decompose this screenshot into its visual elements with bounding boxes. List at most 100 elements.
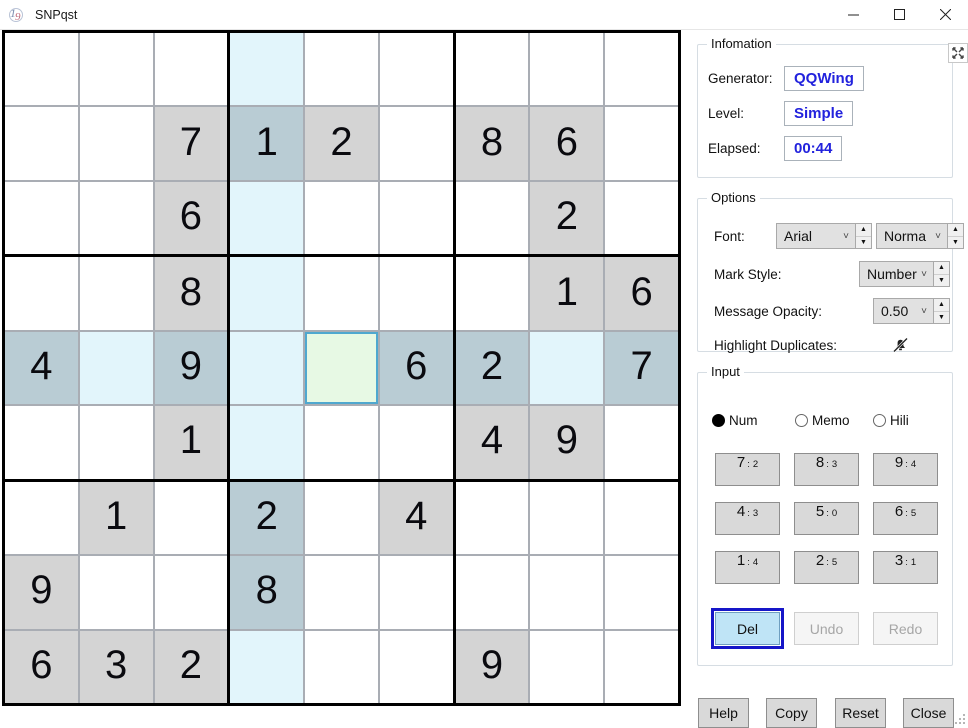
sudoku-cell-r7c2[interactable]: 1 <box>79 481 153 555</box>
sudoku-cell-r4c5[interactable] <box>305 257 378 330</box>
sudoku-cell-r8c4[interactable]: 8 <box>230 556 304 629</box>
sudoku-cell-r6c3[interactable]: 1 <box>154 406 228 479</box>
sudoku-cell-r1c4[interactable] <box>230 33 304 106</box>
sudoku-cell-r9c7[interactable]: 9 <box>455 630 529 703</box>
number-button-6[interactable]: 6:5 <box>873 502 938 535</box>
sudoku-cell-r7c8[interactable] <box>530 481 604 555</box>
sudoku-cell-r9c6[interactable] <box>379 630 453 703</box>
sudoku-cell-r6c7[interactable]: 4 <box>455 406 529 479</box>
number-button-7[interactable]: 7:2 <box>715 453 780 486</box>
sudoku-cell-r4c9[interactable]: 6 <box>605 257 678 330</box>
font-style-select[interactable]: Norma ˅ <box>876 223 948 249</box>
message-opacity-spinner[interactable]: ▲ ▼ <box>934 298 950 324</box>
sudoku-cell-r8c5[interactable] <box>305 556 378 629</box>
sudoku-cell-r2c8[interactable]: 6 <box>530 107 604 180</box>
sudoku-cell-r4c1[interactable] <box>5 257 78 330</box>
radio-mode-hili[interactable]: Hili <box>873 413 909 428</box>
message-opacity-select[interactable]: 0.50 ˅ <box>873 298 934 324</box>
sudoku-cell-r5c4[interactable] <box>230 331 304 405</box>
undo-button[interactable]: Undo <box>794 612 859 645</box>
sudoku-cell-r1c9[interactable] <box>605 33 678 106</box>
sudoku-cell-r2c4[interactable]: 1 <box>230 107 304 180</box>
sudoku-cell-r5c9[interactable]: 7 <box>605 331 678 405</box>
sudoku-cell-r4c7[interactable] <box>455 257 529 330</box>
number-button-1[interactable]: 1:4 <box>715 551 780 584</box>
sudoku-cell-r9c8[interactable] <box>530 630 604 703</box>
sudoku-cell-r2c7[interactable]: 8 <box>455 107 529 180</box>
sudoku-cell-r2c3[interactable]: 7 <box>154 107 228 180</box>
sudoku-cell-r5c5[interactable] <box>305 331 378 405</box>
sudoku-cell-r7c1[interactable] <box>5 481 78 555</box>
spin-up-icon[interactable]: ▲ <box>934 299 949 312</box>
sudoku-cell-r9c5[interactable] <box>305 630 378 703</box>
spin-down-icon[interactable]: ▼ <box>934 275 949 287</box>
sudoku-cell-r6c9[interactable] <box>605 406 678 479</box>
sudoku-cell-r5c6[interactable]: 6 <box>379 331 453 405</box>
sudoku-cell-r6c8[interactable]: 9 <box>530 406 604 479</box>
radio-mode-memo[interactable]: Memo <box>795 413 873 428</box>
sudoku-cell-r6c6[interactable] <box>379 406 453 479</box>
sudoku-cell-r8c8[interactable] <box>530 556 604 629</box>
sudoku-cell-r8c7[interactable] <box>455 556 529 629</box>
number-button-4[interactable]: 4:3 <box>715 502 780 535</box>
copy-button[interactable]: Copy <box>766 698 817 728</box>
sudoku-cell-r1c1[interactable] <box>5 33 78 106</box>
font-family-select[interactable]: Arial ˅ <box>776 223 856 249</box>
sudoku-cell-r1c6[interactable] <box>379 33 453 106</box>
sudoku-cell-r5c3[interactable]: 9 <box>154 331 228 405</box>
sudoku-cell-r1c8[interactable] <box>530 33 604 106</box>
number-button-3[interactable]: 3:1 <box>873 551 938 584</box>
sudoku-cell-r8c2[interactable] <box>79 556 153 629</box>
spin-up-icon[interactable]: ▲ <box>934 262 949 275</box>
sudoku-cell-r9c1[interactable]: 6 <box>5 630 78 703</box>
reset-button[interactable]: Reset <box>835 698 886 728</box>
radio-mode-num[interactable]: Num <box>712 413 795 428</box>
sudoku-cell-r9c3[interactable]: 2 <box>154 630 228 703</box>
sudoku-cell-r3c3[interactable]: 6 <box>154 181 228 255</box>
sudoku-cell-r3c4[interactable] <box>230 181 304 255</box>
close-icon[interactable] <box>922 0 968 30</box>
sudoku-cell-r1c2[interactable] <box>79 33 153 106</box>
sudoku-cell-r2c2[interactable] <box>79 107 153 180</box>
spin-up-icon[interactable]: ▲ <box>948 224 963 237</box>
sudoku-cell-r2c9[interactable] <box>605 107 678 180</box>
sudoku-cell-r4c3[interactable]: 8 <box>154 257 228 330</box>
sudoku-cell-r3c9[interactable] <box>605 181 678 255</box>
sudoku-cell-r2c6[interactable] <box>379 107 453 180</box>
sudoku-cell-r3c7[interactable] <box>455 181 529 255</box>
sudoku-cell-r4c8[interactable]: 1 <box>530 257 604 330</box>
number-button-9[interactable]: 9:4 <box>873 453 938 486</box>
window-resize-grip[interactable] <box>953 712 965 724</box>
sudoku-cell-r7c7[interactable] <box>455 481 529 555</box>
sudoku-cell-r4c6[interactable] <box>379 257 453 330</box>
font-family-spinner[interactable]: ▲ ▼ <box>856 223 872 249</box>
sudoku-cell-r8c9[interactable] <box>605 556 678 629</box>
sudoku-board[interactable]: 761286284916162749196322489 <box>2 30 681 706</box>
sudoku-cell-r4c4[interactable] <box>230 257 304 330</box>
font-style-spinner[interactable]: ▲ ▼ <box>948 223 964 249</box>
sudoku-cell-r8c1[interactable]: 9 <box>5 556 78 629</box>
sudoku-cell-r4c2[interactable] <box>79 257 153 330</box>
fit-to-window-icon[interactable] <box>948 43 968 63</box>
number-button-5[interactable]: 5:0 <box>794 502 859 535</box>
help-button[interactable]: Help <box>698 698 749 728</box>
sudoku-cell-r9c4[interactable] <box>230 630 304 703</box>
sudoku-cell-r5c1[interactable]: 4 <box>5 331 78 405</box>
sudoku-cell-r7c4[interactable]: 2 <box>230 481 304 555</box>
sudoku-cell-r9c2[interactable]: 3 <box>79 630 153 703</box>
sudoku-cell-r7c3[interactable] <box>154 481 228 555</box>
sudoku-cell-r8c3[interactable] <box>154 556 228 629</box>
spin-down-icon[interactable]: ▼ <box>934 312 949 324</box>
sudoku-cell-r1c3[interactable] <box>154 33 228 106</box>
spin-down-icon[interactable]: ▼ <box>948 237 963 249</box>
bell-off-icon[interactable] <box>891 335 910 355</box>
sudoku-cell-r6c1[interactable] <box>5 406 78 479</box>
sudoku-cell-r8c6[interactable] <box>379 556 453 629</box>
mark-style-select[interactable]: Number ˅ <box>859 261 934 287</box>
sudoku-cell-r9c9[interactable] <box>605 630 678 703</box>
del-button[interactable]: Del <box>711 608 784 649</box>
spin-down-icon[interactable]: ▼ <box>856 237 871 249</box>
sudoku-cell-r3c1[interactable] <box>5 181 78 255</box>
sudoku-cell-r6c5[interactable] <box>305 406 378 479</box>
sudoku-cell-r6c2[interactable] <box>79 406 153 479</box>
